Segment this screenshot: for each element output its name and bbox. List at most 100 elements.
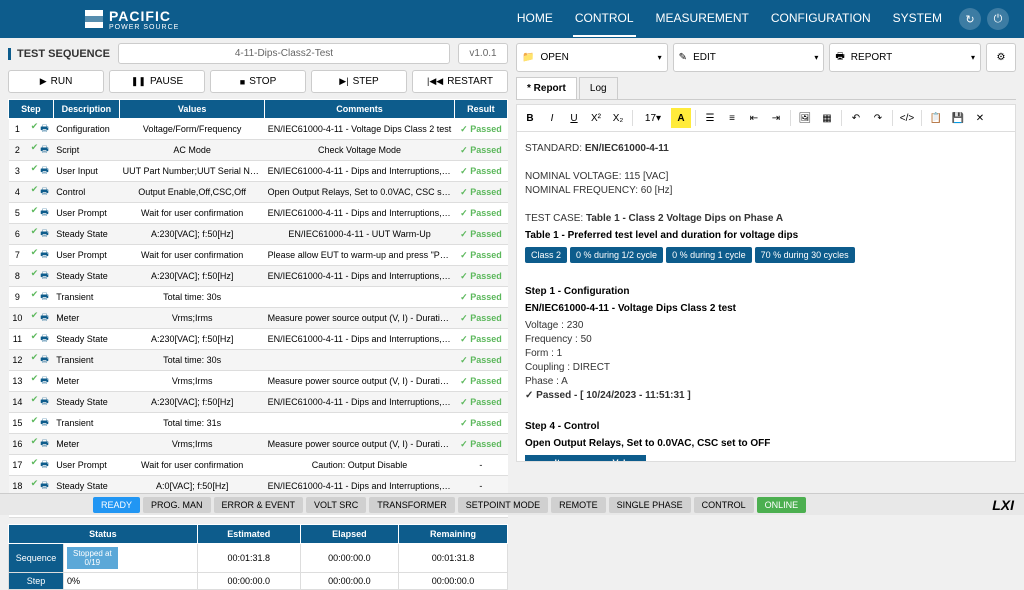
play-icon: ▶: [40, 76, 47, 87]
print-icon[interactable]: 🖶: [40, 121, 49, 137]
check-icon: ✔: [31, 205, 39, 221]
print-icon[interactable]: 🖶: [40, 373, 49, 389]
print-icon[interactable]: 🖶: [40, 457, 49, 473]
undo-button[interactable]: ↶: [846, 108, 866, 128]
stop-button[interactable]: ■STOP: [210, 70, 306, 93]
nav-measurement[interactable]: MEASUREMENT: [654, 1, 751, 37]
table-row[interactable]: 1✔🖶ConfigurationVoltage/Form/FrequencyEN…: [9, 119, 508, 140]
table-row[interactable]: 11✔🖶Steady StateA:230[VAC]; f:50[Hz]EN/I…: [9, 329, 508, 350]
table-row[interactable]: 16✔🖶MeterVrms;IrmsMeasure power source o…: [9, 434, 508, 455]
check-icon: ✔: [31, 226, 39, 242]
print-icon[interactable]: 🖶: [40, 394, 49, 410]
nav-system[interactable]: SYSTEM: [891, 1, 944, 37]
nav-home[interactable]: HOME: [515, 1, 555, 37]
settings-button[interactable]: ⚙: [986, 43, 1016, 72]
logo-icon: [85, 10, 103, 28]
table-row[interactable]: 8✔🖶Steady StateA:230[VAC]; f:50[Hz]EN/IE…: [9, 266, 508, 287]
refresh-icon[interactable]: ↻: [959, 8, 981, 30]
restart-button[interactable]: |◀◀RESTART: [412, 70, 508, 93]
table-row[interactable]: 10✔🖶MeterVrms;IrmsMeasure power source o…: [9, 308, 508, 329]
close-button[interactable]: ✕: [970, 108, 990, 128]
table-row[interactable]: 15✔🖶TransientTotal time: 31sPassed: [9, 413, 508, 434]
print-icon: 🖶: [835, 49, 844, 66]
print-icon[interactable]: 🖶: [40, 352, 49, 368]
image-button[interactable]: 🖼: [795, 108, 815, 128]
open-button[interactable]: 📁OPEN▾: [516, 43, 668, 72]
status-online[interactable]: ONLINE: [757, 497, 807, 513]
table-row[interactable]: 3✔🖶User InputUUT Part Number;UUT Serial …: [9, 161, 508, 182]
table-row[interactable]: 5✔🖶User PromptWait for user confirmation…: [9, 203, 508, 224]
gear-icon: ⚙: [997, 52, 1006, 63]
check-icon: ✔: [31, 121, 39, 137]
table-row[interactable]: 4✔🖶ControlOutput Enable,Off,CSC,OffOpen …: [9, 182, 508, 203]
superscript-button[interactable]: X²: [586, 108, 606, 128]
report-content[interactable]: STANDARD: EN/IEC61000-4-11 NOMINAL VOLTA…: [516, 132, 1016, 462]
outdent-button[interactable]: ⇤: [744, 108, 764, 128]
edit-button[interactable]: ✎EDIT▾: [673, 43, 825, 72]
editor-toolbar: B I U X² X₂ 17▾ A ☰ ≡ ⇤ ⇥ 🖼 ▦ ↶ ↷ </> 📋 …: [516, 104, 1016, 132]
sequence-name[interactable]: 4-11-Dips-Class2-Test: [118, 43, 450, 64]
copy-button[interactable]: 📋: [926, 108, 946, 128]
run-button[interactable]: ▶RUN: [8, 70, 104, 93]
print-icon[interactable]: 🖶: [40, 226, 49, 242]
table-row[interactable]: 13✔🖶MeterVrms;IrmsMeasure power source o…: [9, 371, 508, 392]
report-button[interactable]: 🖶REPORT▾: [829, 43, 981, 72]
print-icon[interactable]: 🖶: [40, 142, 49, 158]
table-row[interactable]: 2✔🖶ScriptAC ModeCheck Voltage ModePassed: [9, 140, 508, 161]
indent-button[interactable]: ⇥: [766, 108, 786, 128]
table-row[interactable]: 12✔🖶TransientTotal time: 30sPassed: [9, 350, 508, 371]
tab-report[interactable]: * Report: [516, 77, 577, 99]
print-icon[interactable]: 🖶: [40, 310, 49, 326]
nav-configuration[interactable]: CONFIGURATION: [769, 1, 873, 37]
print-icon[interactable]: 🖶: [40, 268, 49, 284]
list-ul-button[interactable]: ☰: [700, 108, 720, 128]
bold-button[interactable]: B: [520, 108, 540, 128]
footer-control[interactable]: CONTROL: [694, 497, 754, 513]
power-icon[interactable]: ⏻: [987, 8, 1009, 30]
restart-icon: |◀◀: [427, 76, 443, 87]
footer-phase[interactable]: SINGLE PHASE: [609, 497, 691, 513]
fontsize-select[interactable]: 17▾: [637, 108, 669, 128]
print-icon[interactable]: 🖶: [40, 478, 49, 494]
code-button[interactable]: </>: [897, 108, 917, 128]
print-icon[interactable]: 🖶: [40, 205, 49, 221]
print-icon[interactable]: 🖶: [40, 289, 49, 305]
table-row[interactable]: 6✔🖶Steady StateA:230[VAC]; f:50[Hz]EN/IE…: [9, 224, 508, 245]
subscript-button[interactable]: X₂: [608, 108, 628, 128]
tab-log[interactable]: Log: [579, 77, 618, 99]
print-icon[interactable]: 🖶: [40, 436, 49, 452]
step-button[interactable]: ▶|STEP: [311, 70, 407, 93]
table-row[interactable]: 7✔🖶User PromptWait for user confirmation…: [9, 245, 508, 266]
print-icon[interactable]: 🖶: [40, 415, 49, 431]
list-ol-button[interactable]: ≡: [722, 108, 742, 128]
nav-control[interactable]: CONTROL: [573, 1, 636, 37]
footer-progman[interactable]: PROG. MAN: [143, 497, 211, 513]
footer-setpoint[interactable]: SETPOINT MODE: [458, 497, 548, 513]
check-icon: ✔: [31, 289, 39, 305]
footer-remote[interactable]: REMOTE: [551, 497, 606, 513]
print-icon[interactable]: 🖶: [40, 184, 49, 200]
underline-button[interactable]: U: [564, 108, 584, 128]
fontcolor-button[interactable]: A: [671, 108, 691, 128]
print-icon[interactable]: 🖶: [40, 331, 49, 347]
folder-icon: 📁: [522, 52, 534, 63]
italic-button[interactable]: I: [542, 108, 562, 128]
pause-button[interactable]: ❚❚PAUSE: [109, 70, 205, 93]
check-icon: ✔: [31, 457, 39, 473]
table-row[interactable]: 14✔🖶Steady StateA:230[VAC]; f:50[Hz]EN/I…: [9, 392, 508, 413]
status-ready[interactable]: READY: [93, 497, 140, 513]
print-icon[interactable]: 🖶: [40, 247, 49, 263]
table-button[interactable]: ▦: [817, 108, 837, 128]
version: v1.0.1: [458, 43, 508, 64]
save-button[interactable]: 💾: [948, 108, 968, 128]
print-icon[interactable]: 🖶: [40, 163, 49, 179]
footer-transformer[interactable]: TRANSFORMER: [369, 497, 455, 513]
redo-button[interactable]: ↷: [868, 108, 888, 128]
col-result: Result: [454, 100, 507, 119]
footer-voltsrc[interactable]: VOLT SRC: [306, 497, 366, 513]
footer-error[interactable]: ERROR & EVENT: [214, 497, 304, 513]
test-pills: Class 2 0 % during 1/2 cycle 0 % during …: [525, 247, 1007, 263]
table-row[interactable]: 9✔🖶TransientTotal time: 30sPassed: [9, 287, 508, 308]
table-row[interactable]: 17✔🖶User PromptWait for user confirmatio…: [9, 455, 508, 476]
check-icon: ✔: [31, 163, 39, 179]
